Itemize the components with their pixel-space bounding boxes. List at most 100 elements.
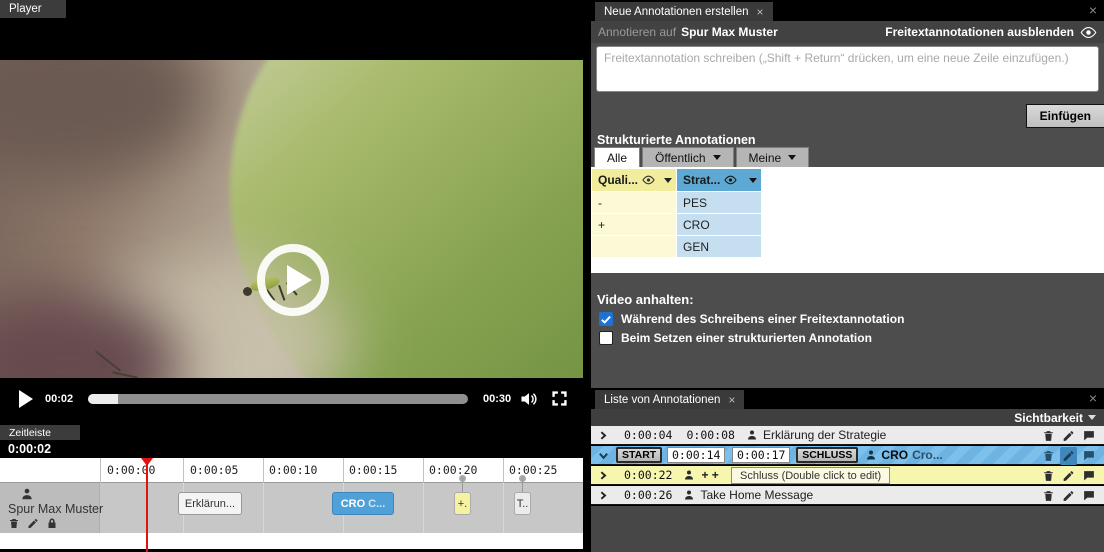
timeline-panel-tab[interactable]: Zeitleiste bbox=[0, 425, 80, 440]
video-annotation-app: Player Which approach would you take bbox=[0, 0, 1104, 552]
create-panel-tabbar: Neue Annotationen erstellen × × bbox=[591, 0, 1104, 21]
timeline-item-t[interactable]: T.. bbox=[514, 492, 531, 515]
playhead-handle[interactable] bbox=[141, 458, 153, 466]
timeline-ruler[interactable]: 0:00:00 0:00:05 0:00:10 0:00:15 0:00:20 … bbox=[0, 458, 583, 483]
delete-icon[interactable] bbox=[1042, 469, 1055, 483]
chevron-down-icon[interactable] bbox=[749, 178, 757, 183]
comment-icon[interactable] bbox=[1082, 449, 1096, 462]
timeline-item-cro[interactable]: CRO C... bbox=[332, 492, 394, 515]
chevron-down-icon bbox=[788, 155, 796, 160]
timeline-item-erklaerung[interactable]: Erklärun... bbox=[178, 492, 242, 515]
close-icon[interactable]: × bbox=[1089, 2, 1097, 18]
ruler-gridline bbox=[503, 458, 504, 483]
checkbox-structured-pause[interactable]: Beim Setzen einer strukturierten Annotat… bbox=[599, 331, 872, 345]
tick-label: 0:00:10 bbox=[269, 463, 317, 477]
comment-icon[interactable] bbox=[1082, 469, 1096, 482]
quality-cell[interactable]: - bbox=[592, 192, 676, 213]
volume-icon[interactable] bbox=[519, 389, 539, 409]
column-quality-header[interactable]: Quali... bbox=[592, 169, 676, 191]
collapse-arrow-icon[interactable] bbox=[598, 450, 609, 461]
end-bound-button[interactable]: SCHLUSS bbox=[796, 447, 858, 463]
video-frame[interactable]: Which approach would you take bbox=[0, 60, 583, 378]
edit-icon[interactable] bbox=[1062, 429, 1075, 443]
list-panel-tabbar: Liste von Annotationen × × bbox=[591, 388, 1104, 409]
duration-label: 00:30 bbox=[483, 393, 511, 405]
chevron-down-icon[interactable] bbox=[1088, 415, 1096, 420]
edit-icon-active[interactable] bbox=[1060, 447, 1077, 465]
lock-track-icon[interactable] bbox=[46, 517, 58, 530]
create-panel-tab-label: Neue Annotationen erstellen bbox=[604, 6, 749, 18]
annotation-row[interactable]: 0:00:04 0:00:08 Erklärung der Strategie bbox=[591, 426, 1104, 445]
comment-icon[interactable] bbox=[1082, 429, 1096, 442]
start-bound-button[interactable]: START bbox=[616, 447, 662, 463]
ruler-gridline bbox=[423, 458, 424, 483]
end-time-input[interactable] bbox=[732, 447, 790, 463]
start-time-input[interactable] bbox=[667, 447, 725, 463]
delete-track-icon[interactable] bbox=[8, 517, 20, 530]
video-stop-heading: Video anhalten: bbox=[597, 292, 694, 307]
quality-cell[interactable]: + bbox=[592, 214, 676, 235]
edit-icon[interactable] bbox=[1062, 489, 1075, 503]
delete-icon[interactable] bbox=[1042, 429, 1055, 443]
fullscreen-icon[interactable] bbox=[550, 389, 569, 408]
quality-cell[interactable] bbox=[592, 236, 676, 257]
eye-icon[interactable] bbox=[642, 175, 655, 185]
expand-arrow-icon[interactable] bbox=[598, 470, 608, 481]
strategy-cell[interactable]: CRO bbox=[677, 214, 761, 235]
play-overlay-icon bbox=[287, 265, 312, 295]
play-overlay-button[interactable] bbox=[257, 244, 329, 316]
annotation-row[interactable]: 0:00:26 Take Home Message bbox=[591, 486, 1104, 505]
hide-freetext-toggle[interactable]: Freitextannotationen ausblenden bbox=[885, 25, 1097, 39]
timeline-item-label: Erklärun... bbox=[185, 498, 235, 510]
tick-label: 0:00:20 bbox=[429, 463, 477, 477]
close-icon[interactable]: × bbox=[1089, 390, 1097, 406]
annotation-text: Erklärung der Strategie bbox=[763, 428, 886, 442]
column-strategy-header[interactable]: Strat... bbox=[677, 169, 761, 191]
expand-arrow-icon[interactable] bbox=[598, 490, 608, 501]
comment-icon[interactable] bbox=[1082, 489, 1096, 502]
visibility-bar: Sichtbarkeit bbox=[591, 409, 1104, 426]
tab-alle[interactable]: Alle bbox=[594, 147, 640, 167]
edit-icon[interactable] bbox=[1062, 469, 1075, 483]
checkbox-checked-icon[interactable] bbox=[599, 312, 613, 326]
tab-meine[interactable]: Meine bbox=[736, 147, 810, 167]
playhead[interactable] bbox=[146, 458, 148, 552]
column-strategy: Strat... PES CRO GEN bbox=[677, 169, 761, 257]
user-icon bbox=[20, 487, 34, 501]
seek-bar[interactable] bbox=[88, 394, 468, 404]
checkbox-freetext-pause[interactable]: Während des Schreibens einer Freitextann… bbox=[599, 312, 904, 326]
tick-label: 0:00:05 bbox=[190, 463, 238, 477]
close-icon[interactable]: × bbox=[757, 5, 764, 19]
annotation-end-time: 0:00:08 bbox=[686, 428, 734, 442]
annotation-row[interactable]: 0:00:22 + + Schluss (Double click to edi… bbox=[591, 466, 1104, 485]
strategy-cell[interactable]: GEN bbox=[677, 236, 761, 257]
checkbox-unchecked-icon[interactable] bbox=[599, 331, 613, 345]
timeline-item-plus[interactable]: +. bbox=[454, 492, 471, 515]
track-name: Spur Max Muster bbox=[8, 502, 103, 516]
list-panel-tab-label: Liste von Annotationen bbox=[604, 394, 720, 406]
close-icon[interactable]: × bbox=[728, 393, 735, 407]
visibility-label[interactable]: Sichtbarkeit bbox=[1014, 411, 1083, 425]
list-panel-tab[interactable]: Liste von Annotationen × bbox=[595, 390, 744, 409]
track-icon-toolbar bbox=[8, 517, 58, 530]
freetext-annotation-input[interactable] bbox=[596, 46, 1099, 92]
annotation-text: + + bbox=[701, 468, 718, 482]
create-panel-tab[interactable]: Neue Annotationen erstellen × bbox=[595, 2, 773, 21]
play-icon[interactable] bbox=[19, 390, 33, 408]
annotation-row-selected[interactable]: START SCHLUSS CRO Cro... bbox=[591, 446, 1104, 465]
structured-annotations-heading: Strukturierte Annotationen bbox=[597, 133, 756, 147]
video-controls-bar: 00:02 00:30 bbox=[0, 378, 583, 420]
insert-button[interactable]: Einfügen bbox=[1026, 104, 1104, 128]
player-tab-label: Player bbox=[9, 3, 42, 15]
chevron-down-icon[interactable] bbox=[664, 178, 672, 183]
list-panel-empty-area bbox=[591, 506, 1104, 552]
expand-arrow-icon[interactable] bbox=[598, 430, 608, 441]
eye-icon[interactable] bbox=[724, 175, 737, 185]
marker-stem bbox=[462, 477, 463, 493]
edit-track-icon[interactable] bbox=[27, 517, 39, 530]
delete-icon[interactable] bbox=[1042, 489, 1055, 503]
tab-oeffentlich[interactable]: Öffentlich bbox=[642, 147, 733, 167]
strategy-cell[interactable]: PES bbox=[677, 192, 761, 213]
player-panel-tab[interactable]: Player bbox=[0, 0, 66, 18]
delete-icon[interactable] bbox=[1042, 449, 1055, 463]
